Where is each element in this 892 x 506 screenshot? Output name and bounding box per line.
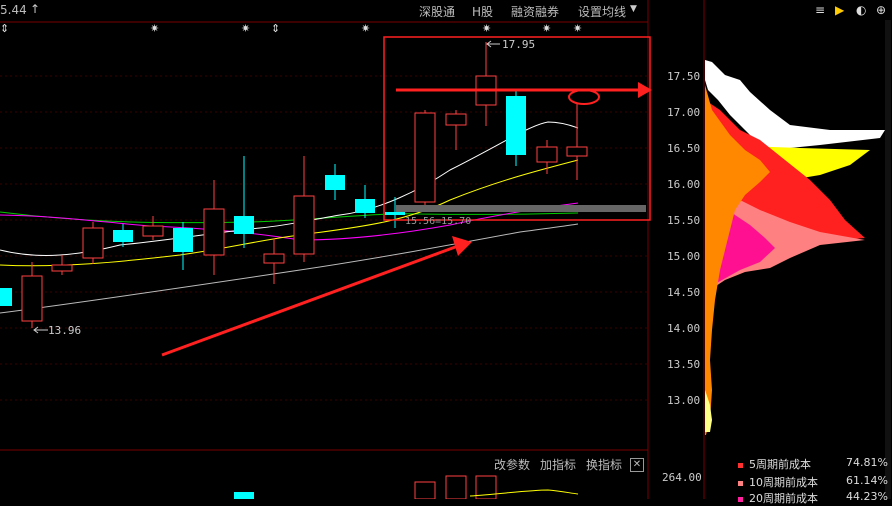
candle — [325, 175, 345, 190]
legend-value: 61.14% — [846, 474, 888, 487]
mid-price-label: 15.56=15.70 — [405, 216, 471, 227]
legend-bullet-icon — [738, 462, 743, 468]
legend-label: 5周期前成本 — [749, 458, 811, 471]
edit-params-button[interactable]: 改参数 — [494, 456, 530, 473]
trend-arrow-head — [452, 236, 472, 256]
contrast-icon[interactable]: ◐ — [856, 3, 866, 17]
volume-pane: 264.00 — [234, 471, 702, 499]
price-tick: 15.50 — [667, 214, 700, 227]
switch-indicator-button[interactable]: 换指标 — [586, 456, 622, 473]
candle — [51, 264, 73, 272]
volume-bar — [445, 475, 467, 499]
candle — [385, 212, 405, 215]
legend-value: 44.23% — [846, 490, 888, 503]
candle — [203, 208, 225, 256]
volume-bar — [234, 492, 254, 499]
list-icon[interactable]: ≡ — [815, 3, 825, 17]
high-price-label: 17.95 — [502, 38, 535, 51]
low-price-label: 13.96 — [48, 324, 81, 337]
price-tick: 14.00 — [667, 322, 700, 335]
close-icon[interactable]: ✕ — [630, 458, 644, 472]
chart-canvas: 17.95 13.96 15.56=15.70 17.50 17.00 16.5… — [0, 0, 885, 499]
price-tick: 16.00 — [667, 178, 700, 191]
right-panel-scrollbar[interactable] — [885, 20, 891, 499]
candle — [445, 113, 467, 126]
candle — [82, 227, 104, 259]
chip-distribution — [705, 60, 885, 435]
candle — [506, 96, 526, 155]
candle — [414, 112, 436, 203]
candle — [173, 228, 193, 252]
cost-legend-20: 20周期前成本 44.23% — [738, 490, 888, 506]
candle — [355, 199, 375, 213]
price-tick: 16.50 — [667, 142, 700, 155]
candle — [234, 216, 254, 234]
add-indicator-button[interactable]: 加指标 — [540, 456, 576, 473]
candle — [536, 146, 558, 163]
play-icon[interactable]: ▶ — [835, 3, 844, 17]
volume-axis-value: 264.00 — [662, 471, 702, 484]
candle — [293, 195, 315, 255]
legend-label: 10周期前成本 — [749, 476, 818, 489]
candle — [113, 230, 133, 242]
candle — [566, 146, 588, 157]
ma60-line — [0, 211, 579, 224]
highlight-ellipse — [568, 89, 600, 105]
price-tick: 15.00 — [667, 250, 700, 263]
volume-bar — [414, 481, 436, 499]
cost-legend-10: 10周期前成本 61.14% — [738, 474, 888, 490]
candle — [142, 225, 164, 237]
legend-bullet-icon — [738, 496, 743, 502]
trend-arrow-line — [161, 244, 459, 357]
legend-bullet-icon — [738, 480, 743, 486]
candle — [263, 253, 285, 264]
price-axis: 17.50 17.00 16.50 16.00 15.50 15.00 14.5… — [667, 70, 700, 407]
legend-value: 74.81% — [846, 456, 888, 469]
candle — [0, 288, 12, 306]
price-tick: 13.00 — [667, 394, 700, 407]
price-tick: 17.50 — [667, 70, 700, 83]
candles — [0, 42, 588, 328]
price-tick: 17.00 — [667, 106, 700, 119]
cost-legend-5: 5周期前成本 74.81% — [738, 456, 888, 472]
price-tick: 13.50 — [667, 358, 700, 371]
support-band — [396, 205, 646, 212]
candle — [21, 275, 43, 322]
stock-chart-window: 5.44 ↑ 深股通 H股 融资融券 设置均线 ▼ ⇕ ✷ ✷ ⇕ ✷ ✷ ✷ … — [0, 0, 892, 505]
price-tick: 14.50 — [667, 286, 700, 299]
settings-icon[interactable]: ⊕ — [876, 3, 886, 17]
